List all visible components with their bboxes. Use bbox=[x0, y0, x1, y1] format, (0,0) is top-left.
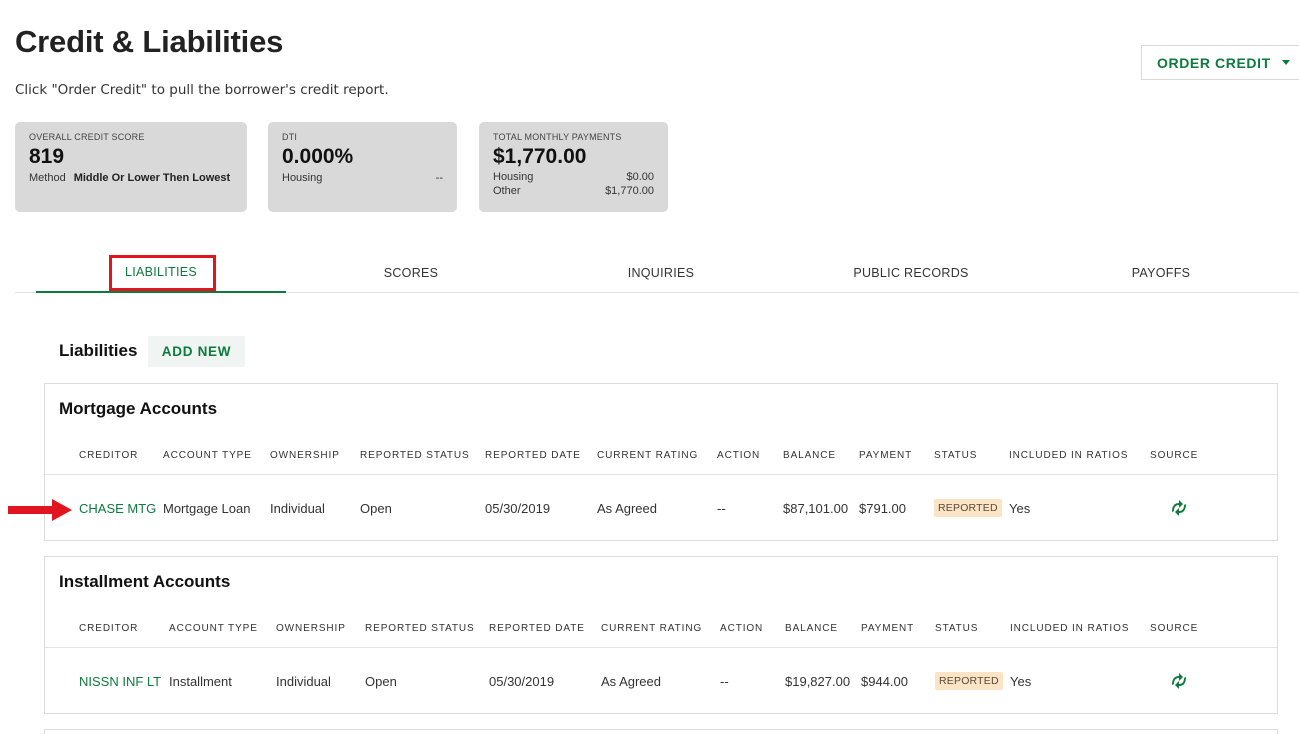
tab-inquiries[interactable]: INQUIRIES bbox=[536, 253, 786, 293]
action-cell: -- bbox=[717, 501, 726, 516]
monthly-payments-label: TOTAL MONTHLY PAYMENTS bbox=[493, 132, 622, 142]
method-value: Middle Or Lower Then Lowest bbox=[73, 172, 231, 184]
credit-score-value: 819 bbox=[29, 145, 65, 168]
col-reported-date: REPORTED DATE bbox=[489, 623, 585, 634]
col-ownership: OWNERSHIP bbox=[276, 623, 346, 634]
tab-liabilities[interactable]: LIABILITIES bbox=[36, 253, 286, 293]
current-rating-cell: As Agreed bbox=[597, 501, 657, 516]
tab-bar: LIABILITIES SCORES INQUIRIES PUBLIC RECO… bbox=[15, 253, 1299, 293]
reported-status-cell: Open bbox=[365, 674, 397, 689]
col-payment: PAYMENT bbox=[861, 623, 915, 634]
reported-date-cell: 05/30/2019 bbox=[485, 501, 551, 516]
creditor-link[interactable]: NISSN INF LT bbox=[79, 674, 161, 689]
dti-housing-label: Housing bbox=[282, 172, 323, 184]
caret-down-icon bbox=[1281, 60, 1290, 65]
payment-cell: $791.00 bbox=[859, 501, 906, 516]
action-cell: -- bbox=[720, 674, 729, 689]
account-type-cell: Installment bbox=[169, 674, 232, 689]
col-included-in-ratios: INCLUDED IN RATIOS bbox=[1009, 450, 1129, 461]
credit-sync-icon[interactable] bbox=[1169, 499, 1189, 517]
monthly-housing-label: Housing bbox=[493, 171, 534, 183]
monthly-housing-value: $0.00 bbox=[626, 171, 654, 183]
col-status: STATUS bbox=[934, 450, 978, 461]
dti-label: DTI bbox=[282, 132, 298, 142]
arrow-annotation-icon bbox=[8, 499, 72, 521]
tab-public-records[interactable]: PUBLIC RECORDS bbox=[786, 253, 1036, 293]
monthly-housing-row: Housing $0.00 bbox=[493, 171, 654, 183]
col-action: ACTION bbox=[717, 450, 761, 461]
next-accounts-panel bbox=[44, 729, 1278, 734]
order-credit-button[interactable]: ORDER CREDIT bbox=[1141, 45, 1299, 80]
col-balance: BALANCE bbox=[785, 623, 838, 634]
mortgage-accounts-panel: Mortgage Accounts CREDITOR ACCOUNT TYPE … bbox=[44, 383, 1278, 541]
reported-status-cell: Open bbox=[360, 501, 392, 516]
included-cell: Yes bbox=[1010, 674, 1032, 689]
credit-sync-icon[interactable] bbox=[1169, 672, 1189, 690]
col-current-rating: CURRENT RATING bbox=[597, 450, 699, 461]
add-new-button[interactable]: ADD NEW bbox=[148, 336, 245, 367]
col-action: ACTION bbox=[720, 623, 764, 634]
order-credit-label: ORDER CREDIT bbox=[1157, 54, 1271, 71]
payment-cell: $944.00 bbox=[861, 674, 908, 689]
mortgage-accounts-title: Mortgage Accounts bbox=[59, 399, 218, 418]
monthly-payments-card: TOTAL MONTHLY PAYMENTS $1,770.00 Housing… bbox=[479, 122, 668, 212]
ownership-cell: Individual bbox=[276, 674, 331, 689]
dti-card: DTI 0.000% Housing -- bbox=[268, 122, 457, 212]
ownership-cell: Individual bbox=[270, 501, 325, 516]
header-divider bbox=[45, 647, 1277, 648]
col-included-in-ratios: INCLUDED IN RATIOS bbox=[1010, 623, 1130, 634]
dti-value: 0.000% bbox=[282, 145, 354, 168]
col-source: SOURCE bbox=[1150, 450, 1199, 461]
credit-score-label: OVERALL CREDIT SCORE bbox=[29, 132, 145, 142]
col-ownership: OWNERSHIP bbox=[270, 450, 340, 461]
col-reported-status: REPORTED STATUS bbox=[360, 450, 470, 461]
credit-score-card: OVERALL CREDIT SCORE 819 Method Middle O… bbox=[15, 122, 247, 212]
tab-scores[interactable]: SCORES bbox=[286, 253, 536, 293]
col-balance: BALANCE bbox=[783, 450, 836, 461]
monthly-other-row: Other $1,770.00 bbox=[493, 185, 654, 197]
method-label: Method bbox=[29, 172, 66, 184]
col-creditor: CREDITOR bbox=[79, 450, 139, 461]
col-reported-date: REPORTED DATE bbox=[485, 450, 581, 461]
dti-housing-value: -- bbox=[435, 172, 443, 184]
page-subtitle: Click "Order Credit" to pull the borrowe… bbox=[15, 82, 389, 98]
dti-housing-row: Housing -- bbox=[282, 172, 443, 184]
included-cell: Yes bbox=[1009, 501, 1031, 516]
col-status: STATUS bbox=[935, 623, 979, 634]
monthly-other-value: $1,770.00 bbox=[605, 185, 654, 197]
installment-accounts-panel: Installment Accounts CREDITOR ACCOUNT TY… bbox=[44, 556, 1278, 714]
balance-cell: $19,827.00 bbox=[785, 674, 851, 689]
col-payment: PAYMENT bbox=[859, 450, 913, 461]
account-type-cell: Mortgage Loan bbox=[163, 501, 251, 516]
col-creditor: CREDITOR bbox=[79, 623, 139, 634]
liabilities-title: Liabilities bbox=[59, 341, 138, 360]
installment-accounts-title: Installment Accounts bbox=[59, 572, 231, 591]
status-badge: REPORTED bbox=[934, 499, 1002, 517]
col-current-rating: CURRENT RATING bbox=[601, 623, 703, 634]
monthly-payments-value: $1,770.00 bbox=[493, 145, 587, 168]
monthly-other-label: Other bbox=[493, 185, 521, 197]
col-account-type: ACCOUNT TYPE bbox=[163, 450, 252, 461]
col-source: SOURCE bbox=[1150, 623, 1199, 634]
credit-score-method: Method Middle Or Lower Then Lowest bbox=[29, 172, 233, 184]
current-rating-cell: As Agreed bbox=[601, 674, 661, 689]
col-reported-status: REPORTED STATUS bbox=[365, 623, 475, 634]
header-divider bbox=[45, 474, 1277, 475]
balance-cell: $87,101.00 bbox=[783, 501, 849, 516]
col-account-type: ACCOUNT TYPE bbox=[169, 623, 258, 634]
creditor-link[interactable]: CHASE MTG bbox=[79, 501, 156, 516]
status-badge: REPORTED bbox=[935, 672, 1003, 690]
tab-payoffs[interactable]: PAYOFFS bbox=[1036, 253, 1286, 293]
reported-date-cell: 05/30/2019 bbox=[489, 674, 555, 689]
page-title: Credit & Liabilities bbox=[15, 24, 284, 59]
